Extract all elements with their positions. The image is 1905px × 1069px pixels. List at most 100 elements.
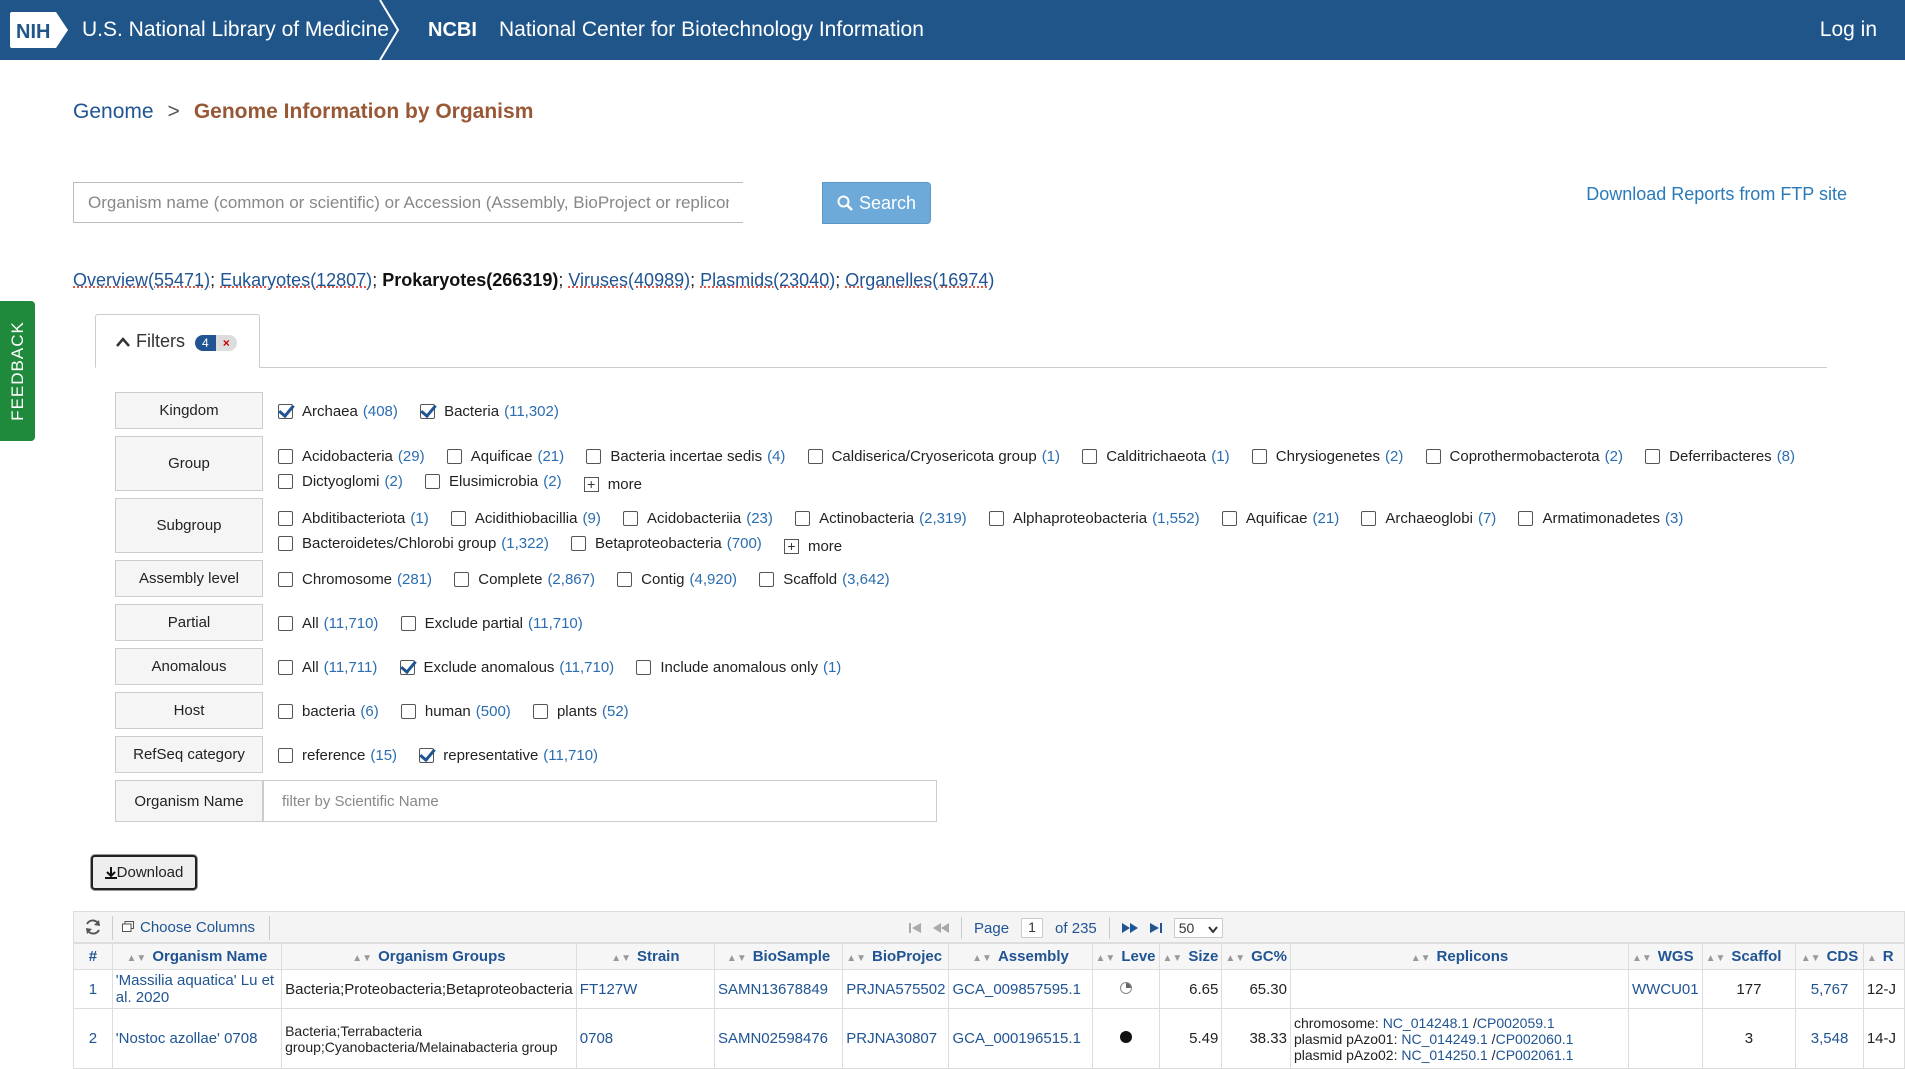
page-number-input[interactable]: 1	[1021, 918, 1044, 938]
filter-option-armatimonadetes[interactable]: Armatimonadetes (3)	[1518, 510, 1683, 527]
filter-option-reference[interactable]: reference (15)	[278, 747, 397, 764]
filters-tab[interactable]: Filters 4 ×	[95, 314, 260, 368]
filter-option-abditibacteriota[interactable]: Abditibacteriota (1)	[278, 510, 429, 527]
checkbox[interactable]	[1251, 449, 1267, 464]
checkbox[interactable]	[586, 449, 602, 464]
filter-option-scaffold[interactable]: Scaffold (3,642)	[759, 571, 890, 588]
filter-option-host-bacteria[interactable]: bacteria (6)	[278, 703, 379, 720]
biosample-link[interactable]: SAMN02598476	[713, 1008, 844, 1069]
column-header-cds[interactable]: ▲▼ CDS	[1795, 943, 1864, 970]
checkbox[interactable]	[1518, 511, 1534, 526]
filter-option-anomalous-all[interactable]: All (11,711)	[278, 659, 377, 676]
checkbox[interactable]	[278, 449, 293, 464]
feedback-tab[interactable]: FEEDBACK	[0, 301, 35, 441]
page-size-select[interactable]: 50	[1173, 918, 1224, 938]
filter-option-dictyoglomi[interactable]: Dictyoglomi (2)	[278, 473, 403, 490]
column-header-strain[interactable]: ▲▼ Strain	[575, 943, 715, 970]
filter-option-elusimicrobia[interactable]: Elusimicrobia (2)	[425, 473, 562, 490]
filter-option-include-anomalous-only[interactable]: Include anomalous only (1)	[636, 659, 841, 676]
replicon-refseq-link[interactable]: NC_014250.1	[1401, 1047, 1487, 1063]
column-header-scaffolds[interactable]: ▲▼ Scaffol	[1701, 943, 1797, 970]
checkbox[interactable]	[807, 449, 823, 464]
checkbox[interactable]	[278, 572, 293, 587]
checkbox[interactable]	[1221, 511, 1237, 526]
checkbox[interactable]	[450, 511, 466, 526]
checkbox[interactable]	[278, 660, 293, 675]
filter-option-partial-all[interactable]: All (11,710)	[278, 615, 378, 632]
previous-page-icon[interactable]	[933, 922, 949, 934]
column-header-level[interactable]: ▲▼ Leve	[1091, 943, 1160, 970]
checkbox[interactable]	[446, 449, 462, 464]
organism-name-link[interactable]: 'Massilia aquatica' Lu et al. 2020	[111, 969, 283, 1009]
filter-option-archaea[interactable]: Archaea (408)	[278, 403, 398, 420]
checkbox[interactable]	[400, 616, 416, 631]
filter-option-chromosome[interactable]: Chromosome (281)	[278, 571, 432, 588]
biosample-link[interactable]: SAMN13678849	[713, 969, 844, 1009]
filter-option-acidithiobacillia[interactable]: Acidithiobacillia (9)	[450, 510, 601, 527]
filter-option-actinobacteria[interactable]: Actinobacteria (2,319)	[795, 510, 967, 527]
download-button[interactable]: Download	[91, 855, 197, 890]
checkbox[interactable]	[1425, 449, 1441, 464]
checkbox[interactable]	[532, 704, 548, 719]
checkbox[interactable]	[419, 748, 435, 763]
checkbox[interactable]	[278, 748, 293, 763]
assembly-link[interactable]: GCA_009857595.1	[948, 969, 1093, 1009]
checkbox[interactable]	[1645, 449, 1661, 464]
checkbox[interactable]	[278, 704, 293, 719]
column-header-size[interactable]: ▲▼ Size	[1158, 943, 1223, 970]
category-organelles-link[interactable]: Organelles(16974)	[845, 270, 994, 290]
checkbox[interactable]	[617, 572, 633, 587]
next-page-icon[interactable]	[1121, 922, 1138, 934]
cds-link[interactable]: 5,767	[1795, 969, 1864, 1009]
filter-option-bacteroidetes[interactable]: Bacteroidetes/Chlorobi group (1,322)	[278, 535, 549, 552]
organism-name-filter-input[interactable]	[263, 780, 937, 822]
category-viruses-link[interactable]: Viruses(40989)	[568, 270, 690, 290]
filter-option-caldiserica[interactable]: Caldiserica/Cryosericota group (1)	[807, 448, 1060, 465]
nlm-title-link[interactable]: U.S. National Library of Medicine	[82, 0, 389, 60]
group-more-button[interactable]: + more	[583, 476, 642, 493]
filter-option-archaeoglobi[interactable]: Archaeoglobi (7)	[1361, 510, 1496, 527]
nih-logo-icon[interactable]: NIH	[10, 12, 70, 48]
filter-option-representative[interactable]: representative (11,710)	[419, 747, 598, 764]
checkbox[interactable]	[1361, 511, 1377, 526]
filter-option-deferribacteres[interactable]: Deferribacteres (8)	[1645, 448, 1795, 465]
filter-option-complete[interactable]: Complete (2,867)	[454, 571, 595, 588]
ncbi-title-link[interactable]: National Center for Biotechnology Inform…	[499, 0, 924, 60]
assembly-link[interactable]: GCA_000196515.1	[948, 1008, 1093, 1069]
checkbox[interactable]	[795, 511, 811, 526]
checkbox[interactable]	[278, 536, 293, 551]
checkbox[interactable]	[623, 511, 638, 526]
filter-option-acidobacteriia[interactable]: Acidobacteriia (23)	[623, 510, 773, 527]
replicon-genbank-link[interactable]: CP002059.1	[1477, 1015, 1555, 1031]
checkbox[interactable]	[1082, 449, 1098, 464]
login-link[interactable]: Log in	[1820, 0, 1877, 60]
checkbox[interactable]	[454, 572, 470, 587]
ftp-download-link[interactable]: Download Reports from FTP site	[1586, 184, 1847, 205]
checkbox[interactable]	[420, 404, 436, 419]
column-header-biosample[interactable]: ▲▼ BioSample	[713, 943, 844, 970]
search-button[interactable]: Search	[822, 182, 931, 224]
cds-link[interactable]: 3,548	[1795, 1008, 1864, 1069]
filter-option-aquificae-sub[interactable]: Aquificae (21)	[1221, 510, 1339, 527]
breadcrumb-genome-link[interactable]: Genome	[73, 100, 154, 123]
filter-option-calditrichaeota[interactable]: Calditrichaeota (1)	[1082, 448, 1230, 465]
column-header-replicons[interactable]: ▲▼ Replicons	[1289, 943, 1629, 970]
filter-option-betaproteobacteria[interactable]: Betaproteobacteria (700)	[571, 535, 762, 552]
choose-columns-button[interactable]: Choose Columns	[122, 919, 255, 936]
filter-option-alphaproteobacteria[interactable]: Alphaproteobacteria (1,552)	[988, 510, 1200, 527]
category-eukaryotes-link[interactable]: Eukaryotes(12807)	[220, 270, 372, 290]
checkbox[interactable]	[425, 474, 441, 489]
strain-link[interactable]: 0708	[575, 1008, 715, 1069]
subgroup-more-button[interactable]: + more	[783, 538, 842, 555]
column-header-release[interactable]: ▲ R	[1862, 943, 1905, 970]
checkbox[interactable]	[636, 660, 652, 675]
category-overview-link[interactable]: Overview(55471)	[73, 270, 210, 290]
column-header-gc[interactable]: ▲▼ GC%	[1221, 943, 1291, 970]
replicon-genbank-link[interactable]: CP002061.1	[1496, 1047, 1574, 1063]
checkbox[interactable]	[759, 572, 775, 587]
bioproject-link[interactable]: PRJNA575502	[842, 969, 950, 1009]
replicon-refseq-link[interactable]: NC_014249.1	[1401, 1031, 1487, 1047]
strain-link[interactable]: FT127W	[575, 969, 715, 1009]
checkbox[interactable]	[278, 474, 293, 489]
column-header-organism-name[interactable]: ▲▼ Organism Name	[111, 943, 283, 970]
